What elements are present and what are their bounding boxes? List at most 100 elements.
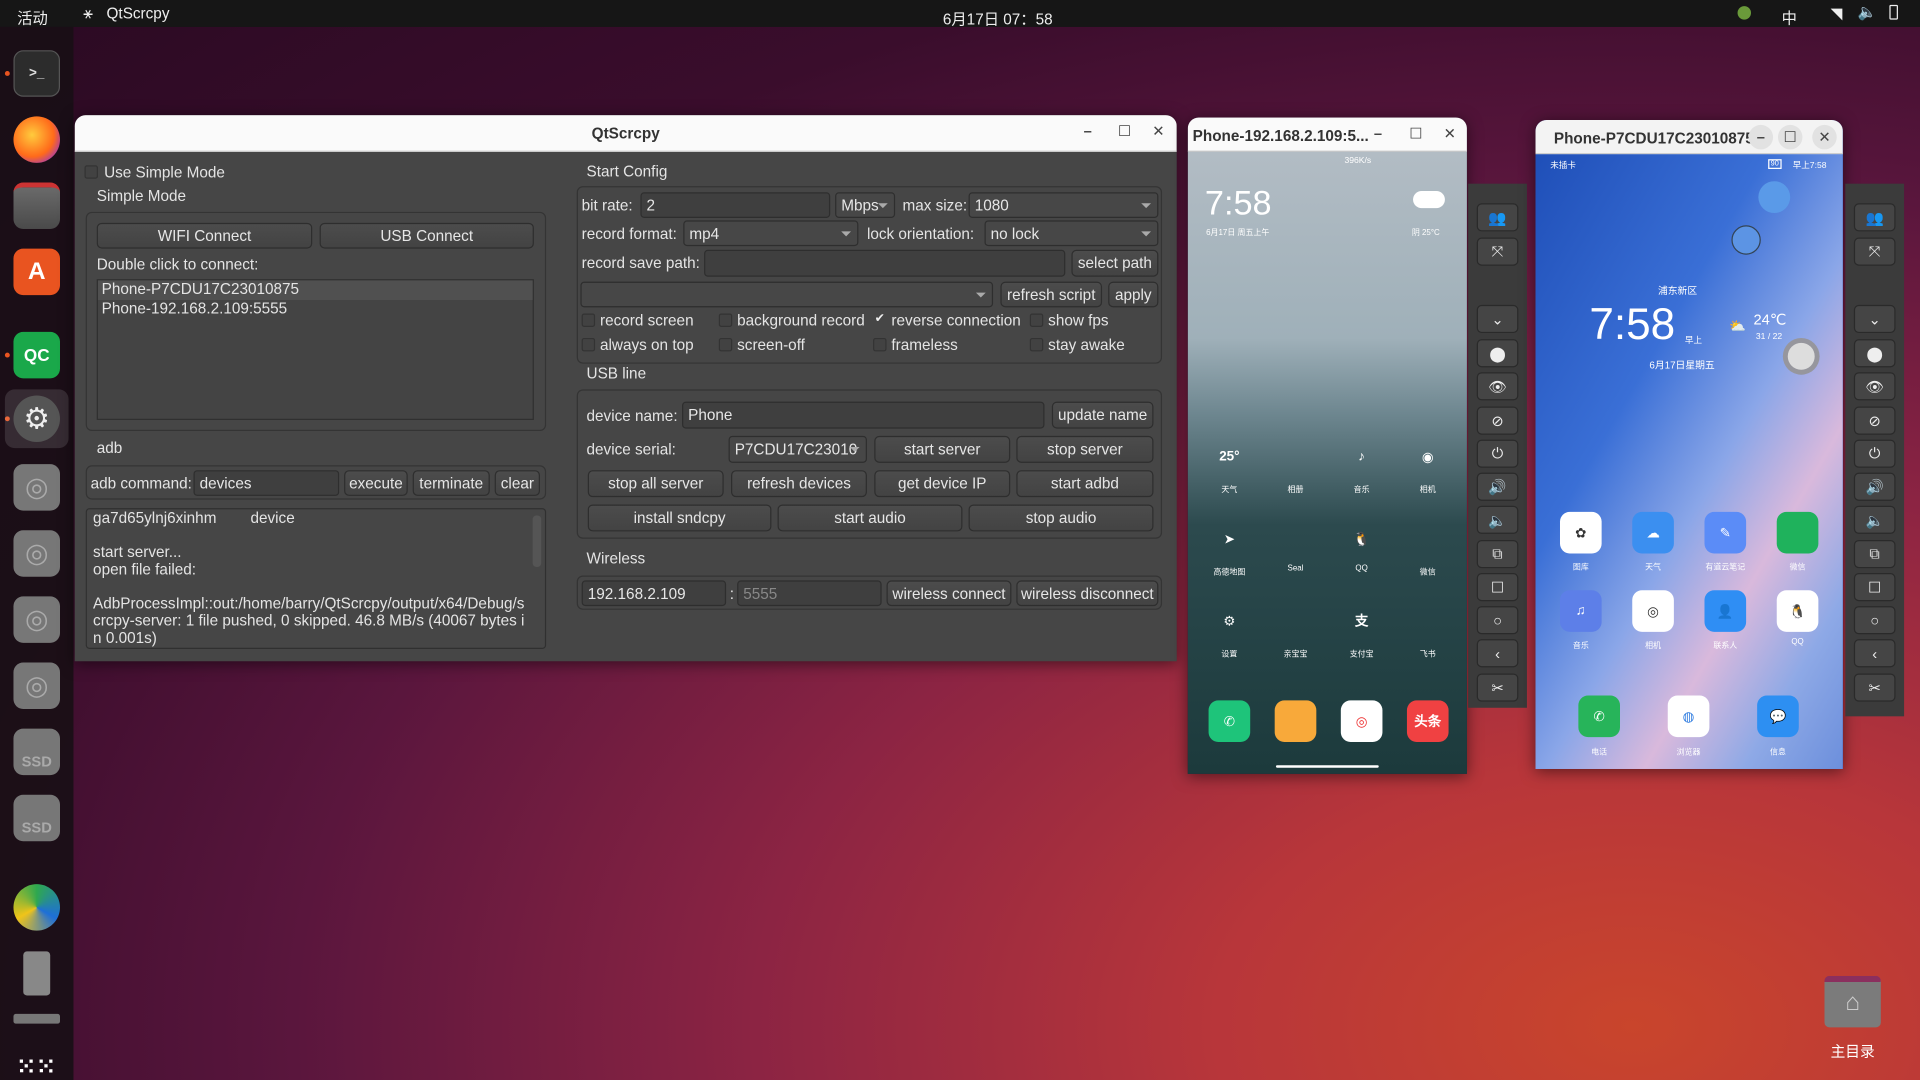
adb-log[interactable]: ga7d65ylnj6xinhm device start server... … xyxy=(85,508,547,649)
refresh-devices-button[interactable]: refresh devices xyxy=(731,470,867,498)
app-icon[interactable]: 25° xyxy=(1209,436,1251,478)
get-device-ip-button[interactable]: get device IP xyxy=(874,470,1011,498)
dock-app-icon[interactable]: ◍ xyxy=(1667,695,1710,738)
always-on-top-checkbox[interactable] xyxy=(581,337,596,352)
device-list-item[interactable]: Phone-192.168.2.109:5555 xyxy=(98,300,533,320)
app-icon[interactable]: 🐧 xyxy=(1341,518,1383,560)
show-fps-checkbox[interactable] xyxy=(1029,313,1044,327)
volume-icon[interactable]: 🔈 xyxy=(1858,4,1877,22)
maximize-button[interactable]: ☐ xyxy=(1409,125,1422,142)
volume-down-icon[interactable]: 🔈 xyxy=(1476,505,1519,534)
lock-orientation-select[interactable]: no lock xyxy=(984,220,1159,247)
app-icon[interactable] xyxy=(1275,436,1317,478)
dock-app-icon[interactable] xyxy=(1274,700,1317,743)
firefox-icon[interactable] xyxy=(13,116,61,163)
bit-rate-input[interactable]: 2 xyxy=(640,192,831,218)
close-button[interactable]: ✕ xyxy=(1812,124,1837,150)
phone1-title-bar[interactable]: Phone-192.168.2.109:5... – ☐ ✕ xyxy=(1187,117,1467,152)
dock-app-icon[interactable]: ✆ xyxy=(1208,700,1251,743)
frameless-checkbox[interactable] xyxy=(873,337,887,352)
stop-server-button[interactable]: stop server xyxy=(1016,435,1154,463)
app-menu[interactable]: QtScrcpy xyxy=(107,5,170,22)
refresh-script-button[interactable]: refresh script xyxy=(1000,281,1103,308)
group-control-icon[interactable]: 👥 xyxy=(1476,203,1519,232)
disk-icon[interactable]: ◎ xyxy=(13,596,61,643)
app-icon[interactable] xyxy=(1407,600,1449,642)
phone2-title-bar[interactable]: Phone-P7CDU17C23010875 – ☐ ✕ xyxy=(1535,120,1843,155)
wireless-ip-input[interactable]: 192.168.2.109 xyxy=(581,580,727,607)
show-apps-icon[interactable]: ⁙⁙ xyxy=(13,1043,60,1080)
ssd-icon[interactable]: SSD xyxy=(13,728,61,776)
minimize-button[interactable]: – xyxy=(1374,125,1382,142)
app-switch-icon[interactable]: ⧉ xyxy=(1476,540,1519,569)
start-adbd-button[interactable]: start adbd xyxy=(1016,470,1154,498)
dock-app-icon[interactable]: ◎ xyxy=(1340,700,1383,743)
use-simple-mode-checkbox[interactable] xyxy=(84,165,98,179)
app-icon[interactable]: ♫ xyxy=(1560,590,1602,632)
battery-icon[interactable] xyxy=(1889,4,1898,20)
hide-icon[interactable]: ⊘ xyxy=(1476,406,1519,435)
screenshot-icon[interactable]: ✂ xyxy=(1476,673,1519,702)
home-icon[interactable]: ⬤ xyxy=(1476,339,1519,368)
settings-icon[interactable]: ⚙ xyxy=(13,395,61,443)
volume-up-icon[interactable]: 🔊 xyxy=(1476,472,1519,501)
show-icon[interactable]: 👁 xyxy=(1853,372,1896,401)
screenshot-icon[interactable]: ✂ xyxy=(1853,673,1896,702)
volume-down-icon[interactable]: 🔈 xyxy=(1853,505,1896,534)
app-icon[interactable]: 🐧 xyxy=(1776,590,1819,632)
start-audio-button[interactable]: start audio xyxy=(777,504,963,532)
dock-app-icon[interactable]: 头条 xyxy=(1406,700,1449,743)
max-size-select[interactable]: 1080 xyxy=(968,192,1159,218)
close-button[interactable]: ✕ xyxy=(1444,125,1456,142)
app-icon[interactable] xyxy=(1407,518,1449,560)
adb-command-input[interactable]: devices xyxy=(193,470,340,496)
clear-button[interactable]: clear xyxy=(494,470,541,496)
maximize-button[interactable]: ☐ xyxy=(1777,124,1803,150)
power-icon[interactable]: ⏻ xyxy=(1476,439,1519,468)
app-icon[interactable]: ◉ xyxy=(1407,436,1449,478)
wireless-port-input[interactable]: 5555 xyxy=(737,580,882,607)
expand-icon[interactable]: ⌄ xyxy=(1476,304,1519,334)
terminal-icon[interactable]: >_ xyxy=(13,50,61,97)
volume-up-icon[interactable]: 🔊 xyxy=(1853,472,1896,501)
fullscreen-icon[interactable]: ⤧ xyxy=(1853,237,1896,266)
device-serial-select[interactable]: P7CDU17C23010 xyxy=(728,435,867,463)
tray-app-icon[interactable] xyxy=(1737,6,1752,20)
dock-app-icon[interactable]: ✆ xyxy=(1578,695,1621,738)
app-icon[interactable] xyxy=(1275,600,1317,642)
app-icon[interactable]: ✿ xyxy=(1560,511,1602,554)
bit-rate-unit-select[interactable]: Mbps xyxy=(835,192,896,218)
record-format-select[interactable]: mp4 xyxy=(683,220,859,247)
input-method[interactable]: 中 xyxy=(1782,5,1797,28)
group-control-icon[interactable]: 👥 xyxy=(1853,203,1896,232)
floating-ball[interactable] xyxy=(1782,337,1820,375)
device-list-item[interactable]: Phone-P7CDU17C23010875 xyxy=(97,280,533,301)
app-icon[interactable]: ⚙ xyxy=(1209,600,1251,642)
tablet-icon[interactable] xyxy=(23,951,51,996)
home-folder-label[interactable]: 主目录 xyxy=(1831,1041,1875,1062)
menu-icon[interactable]: ☐ xyxy=(1476,573,1519,602)
expand-icon[interactable]: ⌄ xyxy=(1853,304,1896,334)
log-scrollbar[interactable] xyxy=(532,515,542,567)
apply-button[interactable]: apply xyxy=(1108,281,1159,308)
drive-icon[interactable] xyxy=(13,1013,61,1024)
minimize-button[interactable]: – xyxy=(1748,124,1774,150)
app-icon[interactable]: ◎ xyxy=(1632,590,1674,632)
disk-icon[interactable]: ◎ xyxy=(13,530,61,577)
stop-audio-button[interactable]: stop audio xyxy=(968,504,1154,532)
install-sndcpy-button[interactable]: install sndcpy xyxy=(587,504,772,532)
home-folder-icon[interactable]: ⌂ xyxy=(1824,975,1881,1028)
update-name-button[interactable]: update name xyxy=(1051,401,1154,429)
execute-button[interactable]: execute xyxy=(344,470,408,496)
hide-icon[interactable]: ⊘ xyxy=(1853,406,1896,435)
stay-awake-checkbox[interactable] xyxy=(1029,337,1044,352)
ssd-icon[interactable]: SSD xyxy=(13,794,61,842)
power-icon[interactable]: ⏻ xyxy=(1853,439,1896,468)
select-path-button[interactable]: select path xyxy=(1071,249,1159,277)
phone2-screen[interactable]: 未插卡 早上7:58 90 浦东新区 7:58 早上 ⛅ 24℃ 31 / 22… xyxy=(1535,154,1843,769)
back-icon[interactable]: ‹ xyxy=(1476,639,1519,668)
fullscreen-icon[interactable]: ⤧ xyxy=(1476,237,1519,266)
files-icon[interactable] xyxy=(13,182,61,229)
qtscrcpy-icon[interactable]: QC xyxy=(13,331,61,379)
wireless-connect-button[interactable]: wireless connect xyxy=(886,580,1012,607)
